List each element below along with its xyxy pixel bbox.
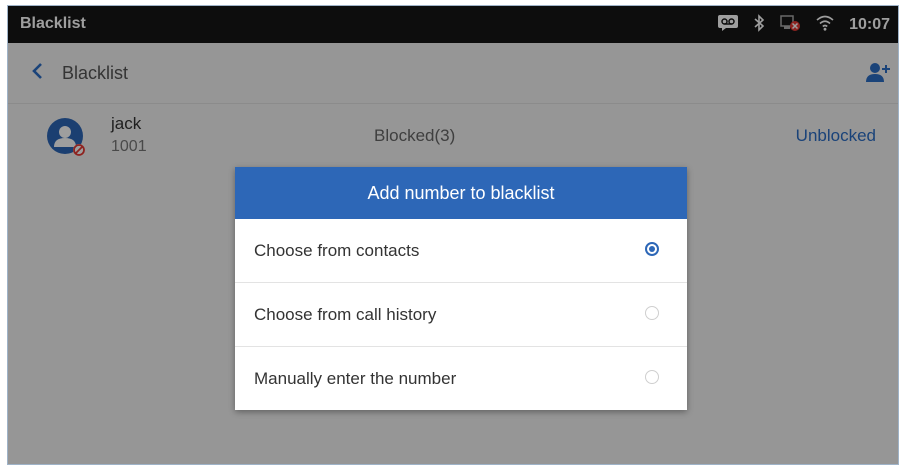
dialog-title: Add number to blacklist xyxy=(235,167,687,219)
app-window: Blacklist 10:07 Blacklist jack 1001 Bloc… xyxy=(7,5,899,465)
option-label: Choose from call history xyxy=(254,304,437,324)
option-choose-call-history[interactable]: Choose from call history xyxy=(235,283,687,347)
radio-button[interactable] xyxy=(645,370,659,384)
option-choose-contacts[interactable]: Choose from contacts xyxy=(235,219,687,283)
radio-button[interactable] xyxy=(645,242,659,256)
option-label: Manually enter the number xyxy=(254,368,457,388)
add-blacklist-dialog: Add number to blacklist Choose from cont… xyxy=(235,167,687,410)
option-manual-entry[interactable]: Manually enter the number xyxy=(235,347,687,410)
option-label: Choose from contacts xyxy=(254,240,420,260)
radio-button[interactable] xyxy=(645,306,659,320)
